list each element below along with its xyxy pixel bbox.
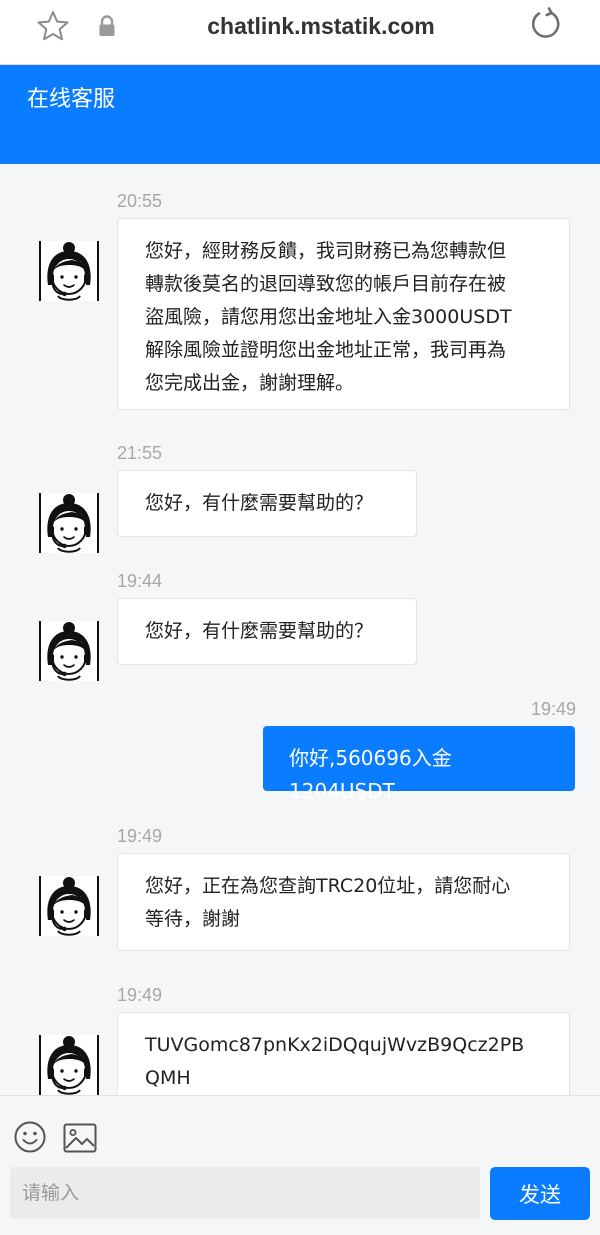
message-text-line: 您完成出金，謝謝理解。 (145, 372, 355, 394)
message-timestamp: 19:49 (117, 985, 163, 1005)
message-timestamp: 21:55 (117, 443, 163, 463)
message-bubble: 您好，經財務反饋，我司財務已為您轉款但 轉款後莫名的退回導致您的帳戶目前存在被 … (117, 218, 570, 410)
incoming-message: 21:55 您好，有什麼需要幫助的？ (0, 442, 600, 553)
agent-avatar-icon (39, 621, 99, 681)
chat-message-list[interactable]: 20:55 您好，經財務反饋，我司財務已為您轉款但 轉款後莫名的退回導致您的帳戶… (0, 164, 600, 1095)
message-bubble: 您好，正在為您查詢TRC20位址，請您耐心 等待，謝謝 (117, 853, 570, 951)
message-composer: 发送 (0, 1095, 600, 1235)
message-text-line: TUVGomc87pnKx2iDQqujWvzB9Qcz2PB (145, 1034, 525, 1056)
agent-avatar-icon (39, 493, 99, 553)
outgoing-message: 19:49 你好,560696入金1204USDT (0, 698, 600, 803)
agent-avatar-icon (39, 876, 99, 936)
message-text-line: 您好，正在為您查詢TRC20位址，請您耐心 (145, 875, 511, 897)
lock-icon (99, 15, 115, 36)
reload-icon[interactable] (528, 6, 564, 42)
message-timestamp: 20:55 (117, 191, 163, 211)
message-text-line: 您好，經財務反饋，我司財務已為您轉款但 (145, 240, 507, 262)
message-timestamp: 19:44 (117, 571, 163, 591)
browser-url-bar: chatlink.mstatik.com (0, 0, 600, 65)
message-text-line: 盜風險，請您用您出金地址入金3000USDT (145, 306, 512, 328)
message-bubble: TUVGomc87pnKx2iDQqujWvzB9Qcz2PB QMH (117, 1012, 570, 1095)
message-bubble: 你好,560696入金1204USDT (263, 726, 575, 803)
incoming-message: 20:55 您好，經財務反饋，我司財務已為您轉款但 轉款後莫名的退回導致您的帳戶… (0, 190, 600, 410)
message-text-line: 您好，有什麼需要幫助的？ (145, 492, 374, 514)
message-text-line: 您好，有什麼需要幫助的？ (145, 620, 374, 642)
app-header: 在线客服 (0, 65, 600, 164)
agent-avatar-icon (39, 1035, 99, 1095)
message-text-line: 等待，謝謝 (145, 908, 241, 930)
message-text-line: 解除風險並證明您出金地址正常，我司再為 (145, 339, 507, 361)
agent-avatar-icon (39, 241, 99, 301)
smiley-icon[interactable] (13, 1120, 47, 1154)
message-timestamp: 19:49 (530, 699, 576, 719)
message-bubble: 您好，有什麼需要幫助的？ (117, 470, 417, 537)
message-text-line: 轉款後莫名的退回導致您的帳戶目前存在被 (145, 273, 507, 295)
incoming-message: 19:44 您好，有什麼需要幫助的？ (0, 570, 600, 681)
incoming-message: 19:49 TUVGomc87pnKx2iDQqujWvzB9Qcz2PB QM… (0, 984, 600, 1095)
message-text-line: 你好,560696入金1204USDT (289, 746, 452, 803)
incoming-message: 19:49 您好，正在為您查詢TRC20位址，請您耐心 等待，謝謝 (0, 825, 600, 955)
message-timestamp: 19:49 (117, 826, 163, 846)
image-icon[interactable] (63, 1123, 97, 1153)
star-icon[interactable] (36, 9, 70, 43)
address-bar-url[interactable]: chatlink.mstatik.com (140, 10, 502, 42)
send-button[interactable]: 发送 (490, 1167, 590, 1220)
message-input[interactable] (10, 1167, 480, 1219)
message-text-line: QMH (145, 1067, 191, 1089)
page-title: 在线客服 (27, 87, 116, 112)
message-bubble: 您好，有什麼需要幫助的？ (117, 598, 417, 665)
